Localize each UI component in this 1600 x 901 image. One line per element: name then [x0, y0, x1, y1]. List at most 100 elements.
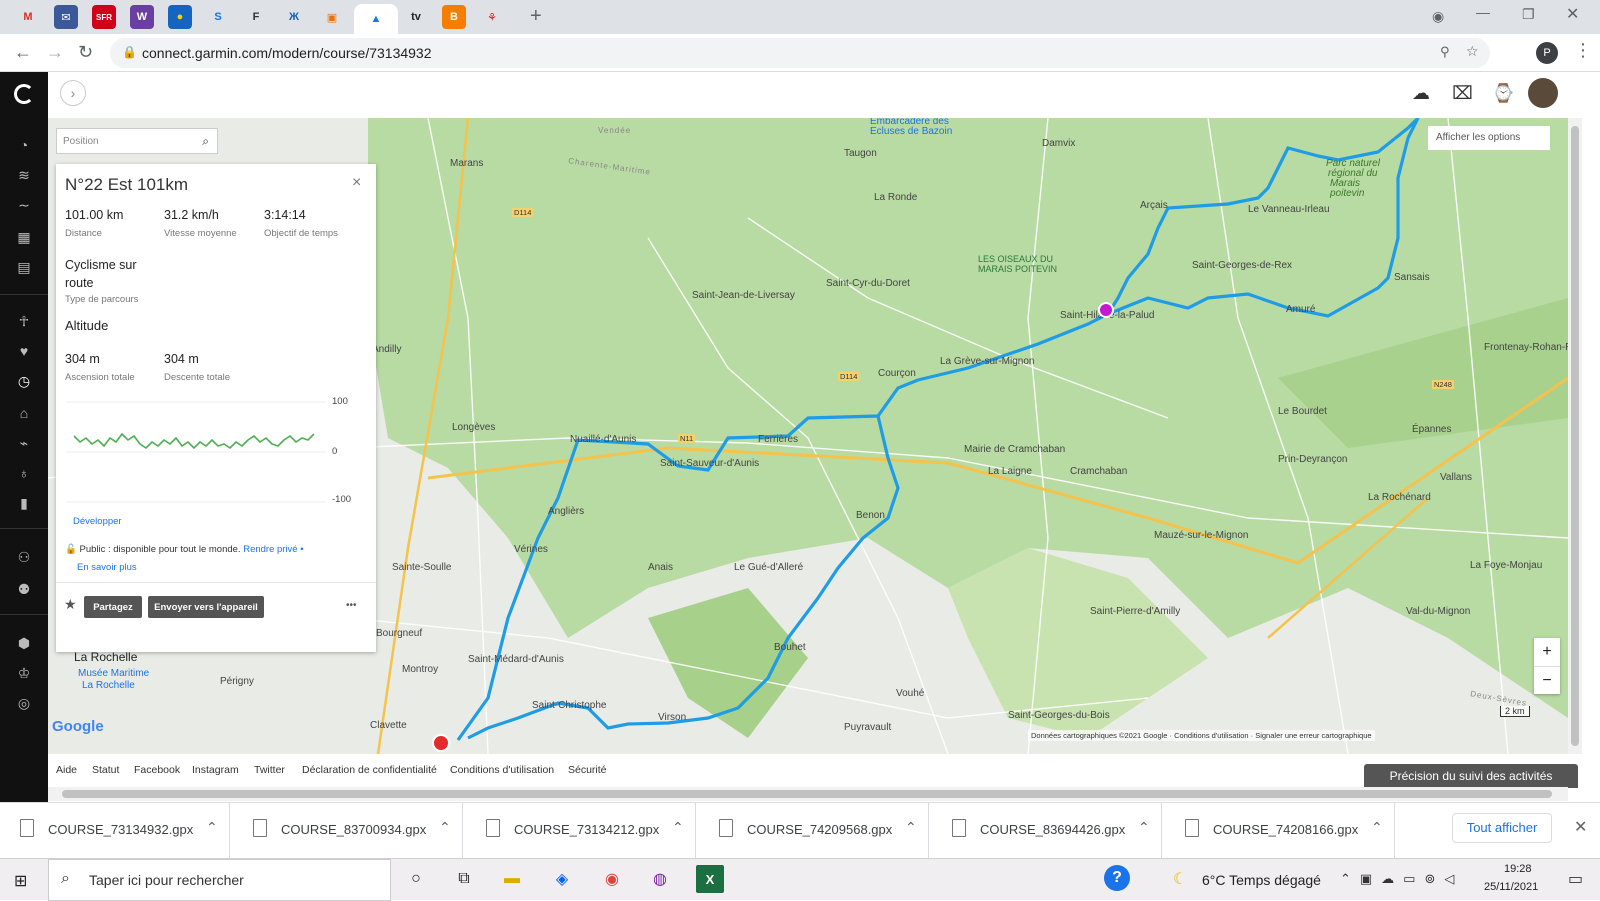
location-icon[interactable]: ⚲: [1440, 44, 1450, 60]
blogger-tab[interactable]: B: [442, 5, 466, 29]
stopwatch-icon[interactable]: ◷: [14, 374, 34, 388]
footer-link[interactable]: Aide: [56, 764, 77, 776]
app-icon[interactable]: ◍: [646, 865, 674, 893]
download-item[interactable]: COURSE_73134932.gpx ⌃: [0, 803, 230, 859]
cortana-icon[interactable]: ○: [402, 865, 430, 893]
badge-icon[interactable]: ⬢: [14, 636, 34, 650]
footer-link[interactable]: Conditions d'utilisation: [450, 764, 554, 776]
flag-tab[interactable]: ⚘: [480, 5, 504, 29]
chevron-up-icon[interactable]: ⌃: [1138, 819, 1150, 836]
footer-link[interactable]: Déclaration de confidentialité: [302, 764, 437, 776]
groups-icon[interactable]: ⚉: [14, 582, 34, 596]
settings-icon[interactable]: ◎: [14, 696, 34, 710]
search-icon[interactable]: ⌕: [202, 134, 209, 149]
device-icon[interactable]: ⌚: [1492, 83, 1514, 104]
position-search-input[interactable]: Position ⌕: [56, 128, 218, 154]
maximize-button[interactable]: ❐: [1522, 6, 1535, 23]
clock-date[interactable]: 25/11/2021: [1484, 881, 1538, 893]
tab-search-icon[interactable]: ◉: [1432, 8, 1444, 25]
report-error-link[interactable]: Signaler une erreur cartographique: [1255, 731, 1371, 740]
footer-link[interactable]: Twitter: [254, 764, 285, 776]
show-all-downloads-button[interactable]: Tout afficher: [1452, 813, 1552, 843]
favorite-star-icon[interactable]: ★: [64, 596, 77, 613]
garmin-logo-icon[interactable]: [14, 84, 34, 104]
chevron-up-icon[interactable]: ⌃: [905, 819, 917, 836]
trophy-icon[interactable]: ♔: [14, 666, 34, 680]
download-item[interactable]: COURSE_83700934.gpx ⌃: [233, 803, 463, 859]
chart-icon[interactable]: ▮: [14, 496, 34, 510]
forward-button[interactable]: →: [46, 42, 64, 63]
help-icon[interactable]: ?: [1104, 865, 1130, 891]
make-private-link[interactable]: Rendre privé •: [243, 544, 303, 555]
notifications-icon[interactable]: ▭: [1568, 869, 1583, 889]
mail-tab[interactable]: ✉: [54, 5, 78, 29]
upload-icon[interactable]: ☁: [1412, 83, 1430, 104]
end-marker[interactable]: [432, 734, 450, 752]
page-scrollbar-horizontal[interactable]: [48, 787, 1568, 801]
zh-tab[interactable]: Ж: [282, 5, 306, 29]
omnibox[interactable]: 🔒 connect.garmin.com/modern/course/73134…: [110, 38, 1490, 68]
footer-link[interactable]: Facebook: [134, 764, 180, 776]
star-icon[interactable]: ☆: [1466, 43, 1479, 60]
news-icon[interactable]: ▤: [14, 260, 34, 274]
expand-nav-button[interactable]: ›: [60, 80, 86, 106]
chevron-up-icon[interactable]: ⌃: [206, 819, 218, 836]
bulb-icon[interactable]: ♁: [14, 466, 34, 480]
task-view-icon[interactable]: ⧉: [450, 865, 478, 893]
user-avatar[interactable]: [1528, 78, 1558, 108]
activity-icon[interactable]: ∼: [14, 198, 34, 212]
footer-link[interactable]: Instagram: [192, 764, 239, 776]
minimize-button[interactable]: —: [1476, 4, 1490, 20]
menu-icon[interactable]: ⋮: [1574, 40, 1592, 61]
download-item[interactable]: COURSE_83694426.gpx ⌃: [932, 803, 1162, 859]
close-downloads-button[interactable]: ✕: [1574, 817, 1587, 837]
dashboard-icon[interactable]: ◔: [14, 138, 34, 152]
excel-icon[interactable]: X: [696, 865, 724, 893]
back-button[interactable]: ←: [14, 42, 32, 63]
chrome-icon[interactable]: ◉: [598, 865, 626, 893]
weather-text[interactable]: 6°C Temps dégagé: [1202, 872, 1321, 888]
file-explorer-icon[interactable]: ▬: [498, 865, 526, 893]
taskbar-search-box[interactable]: ⌕ Taper ici pour rechercher: [48, 859, 391, 901]
zoom-out-button[interactable]: −: [1534, 666, 1560, 694]
calendar-icon[interactable]: ▦: [14, 230, 34, 244]
shoe-icon[interactable]: ⌂: [14, 406, 34, 420]
map-terms-link[interactable]: Conditions d'utilisation: [1174, 731, 1248, 740]
close-panel-button[interactable]: ×: [352, 174, 361, 192]
f-tab[interactable]: F: [244, 5, 268, 29]
inbox-icon[interactable]: ⌧: [1452, 83, 1473, 104]
connections-icon[interactable]: ⚇: [14, 550, 34, 564]
chevron-up-icon[interactable]: ⌃: [672, 819, 684, 836]
garmin-tab[interactable]: ▲: [354, 4, 398, 34]
expand-link[interactable]: Développer: [73, 516, 122, 527]
w-tab[interactable]: W: [130, 5, 154, 29]
reload-button[interactable]: ↻: [78, 42, 93, 63]
map-options-button[interactable]: Afficher les options: [1428, 126, 1550, 150]
heart-icon[interactable]: ♥: [14, 344, 34, 358]
tv-tab[interactable]: tv: [404, 5, 428, 29]
tracking-accuracy-button[interactable]: Précision du suivi des activités: [1364, 764, 1578, 788]
share-button[interactable]: Partagez: [84, 596, 142, 618]
close-window-button[interactable]: ✕: [1566, 4, 1579, 24]
start-marker[interactable]: [1098, 302, 1114, 318]
profile-avatar[interactable]: P: [1536, 42, 1558, 64]
download-item[interactable]: COURSE_73134212.gpx ⌃: [466, 803, 696, 859]
dropbox-icon[interactable]: ◈: [548, 865, 576, 893]
chevron-up-icon[interactable]: ⌃: [1371, 819, 1383, 836]
system-tray-icons[interactable]: ⌃▣☁▭⊚◁: [1340, 871, 1463, 887]
download-item[interactable]: COURSE_74208166.gpx ⌃: [1165, 803, 1395, 859]
s-tab[interactable]: S: [206, 5, 230, 29]
send-to-device-button[interactable]: Envoyer vers l'appareil: [148, 596, 264, 618]
footer-link[interactable]: Sécurité: [568, 764, 607, 776]
new-tab-button[interactable]: +: [530, 5, 542, 28]
more-options-button[interactable]: •••: [346, 600, 357, 611]
sfr-tab[interactable]: SFR: [92, 5, 116, 29]
running-icon[interactable]: ☥: [14, 314, 34, 328]
download-item[interactable]: COURSE_74209568.gpx ⌃: [699, 803, 929, 859]
windows-start-icon[interactable]: ⊞: [14, 871, 27, 891]
footer-link[interactable]: Statut: [92, 764, 119, 776]
page-scrollbar-vertical[interactable]: [1568, 118, 1582, 754]
gear-shoe-icon[interactable]: ⌁: [14, 436, 34, 450]
learn-more-link[interactable]: En savoir plus: [77, 562, 137, 573]
clock-time[interactable]: 19:28: [1504, 863, 1532, 875]
